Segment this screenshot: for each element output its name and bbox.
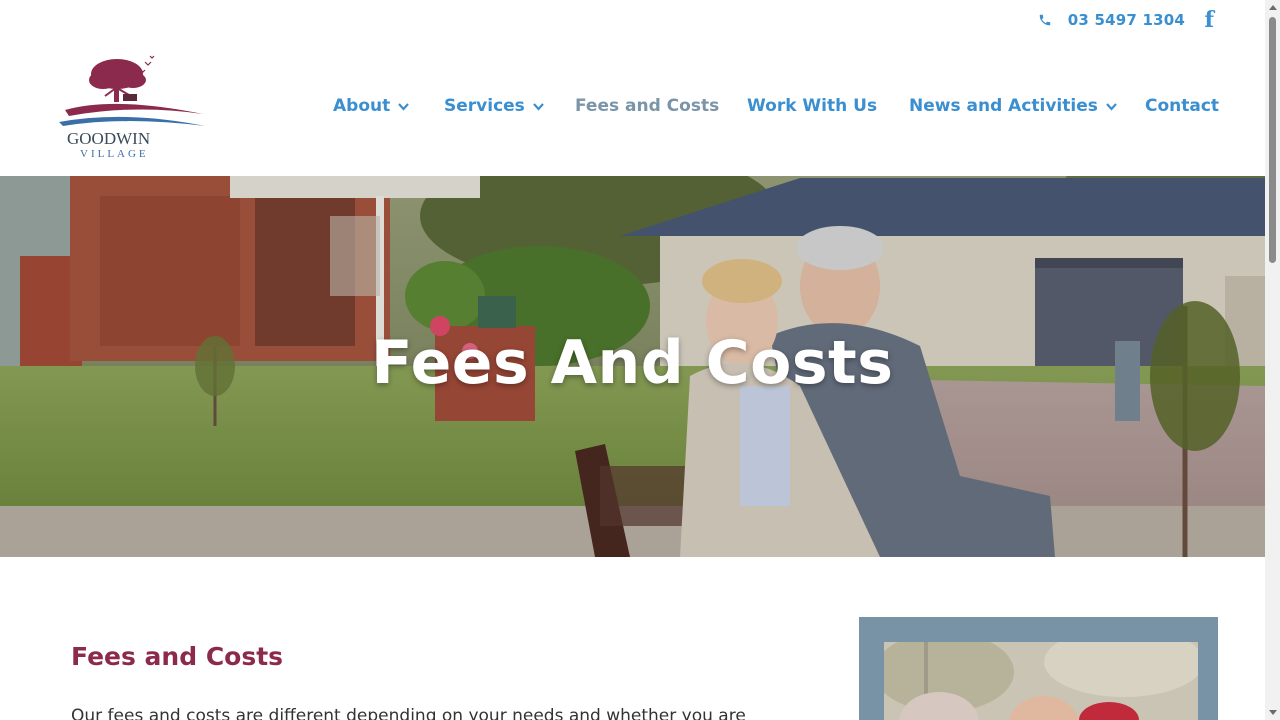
intro-paragraph: Our fees and costs are different dependi… bbox=[71, 706, 746, 720]
nav-news-label[interactable]: News and Activities bbox=[909, 96, 1098, 116]
scrollbar-thumb[interactable] bbox=[1269, 17, 1276, 263]
nav-work-with-us[interactable]: Work With Us bbox=[747, 96, 877, 116]
phone-number[interactable]: 03 5497 1304 bbox=[1068, 11, 1185, 29]
nav-news-and-activities[interactable]: News and Activities bbox=[909, 96, 1117, 116]
nav-work-label[interactable]: Work With Us bbox=[747, 96, 877, 116]
hero-banner: Fees And Costs bbox=[0, 176, 1265, 557]
nav-services[interactable]: Services bbox=[444, 96, 544, 116]
logo-text-village: VILLAGE bbox=[80, 148, 149, 160]
nav-about[interactable]: About bbox=[333, 96, 410, 116]
nav-about-label[interactable]: About bbox=[333, 96, 390, 116]
nav-fees-label[interactable]: Fees and Costs bbox=[575, 96, 719, 116]
nav-fees-and-costs[interactable]: Fees and Costs bbox=[575, 96, 719, 116]
chevron-down-icon bbox=[1106, 103, 1117, 111]
phone-icon bbox=[1039, 14, 1051, 26]
page-scrollbar[interactable] bbox=[1265, 0, 1280, 720]
nav-contact[interactable]: Contact bbox=[1145, 96, 1219, 116]
hero-title: Fees And Costs bbox=[371, 328, 894, 398]
phone-link[interactable]: 03 5497 1304 bbox=[1038, 11, 1185, 29]
scroll-down-arrow-icon[interactable] bbox=[1269, 710, 1277, 715]
section-title: Fees and Costs bbox=[71, 642, 284, 671]
chevron-down-icon bbox=[398, 103, 410, 111]
nav-contact-label[interactable]: Contact bbox=[1145, 96, 1219, 116]
top-bar: 03 5497 1304 f bbox=[0, 0, 1265, 44]
main-nav: About Services Fees and Costs Work With … bbox=[0, 96, 1265, 120]
chevron-down-icon bbox=[532, 103, 544, 111]
sidebar-photo bbox=[884, 642, 1198, 720]
nav-services-label[interactable]: Services bbox=[444, 96, 525, 116]
facebook-icon[interactable]: f bbox=[1205, 8, 1214, 32]
logo-text-goodwin: GOODWIN bbox=[67, 129, 150, 148]
scroll-up-arrow-icon[interactable] bbox=[1269, 5, 1277, 10]
